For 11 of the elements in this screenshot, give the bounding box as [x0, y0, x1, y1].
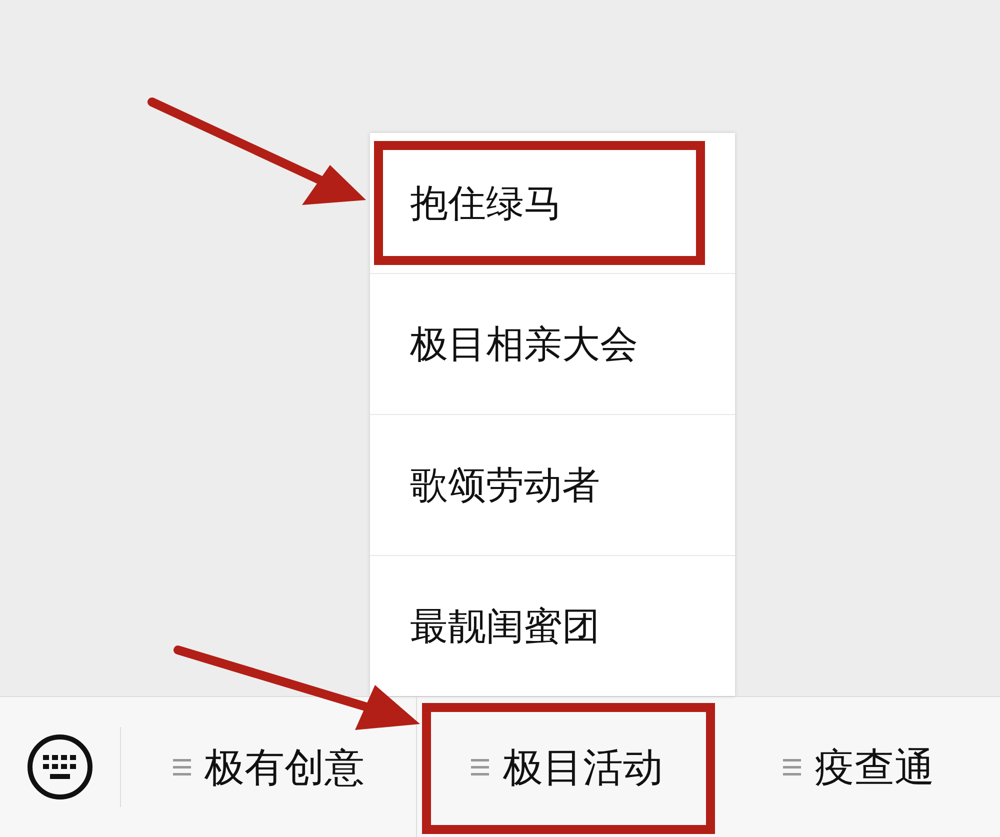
submenu-item[interactable]: 最靓闺蜜团: [370, 556, 735, 696]
menu-icon: [782, 757, 800, 777]
menu-tab[interactable]: 极目活动: [416, 697, 717, 837]
submenu-item[interactable]: 歌颂劳动者: [370, 415, 735, 556]
menu-tab[interactable]: 疫查通: [717, 697, 1000, 837]
menu-icon: [471, 757, 489, 777]
menu-tab[interactable]: 极有创意: [121, 697, 416, 837]
menu-icon: [172, 757, 190, 777]
submenu-item[interactable]: 抱住绿马: [370, 133, 735, 274]
submenu-item[interactable]: 极目相亲大会: [370, 274, 735, 415]
keyboard-icon[interactable]: [26, 733, 94, 801]
